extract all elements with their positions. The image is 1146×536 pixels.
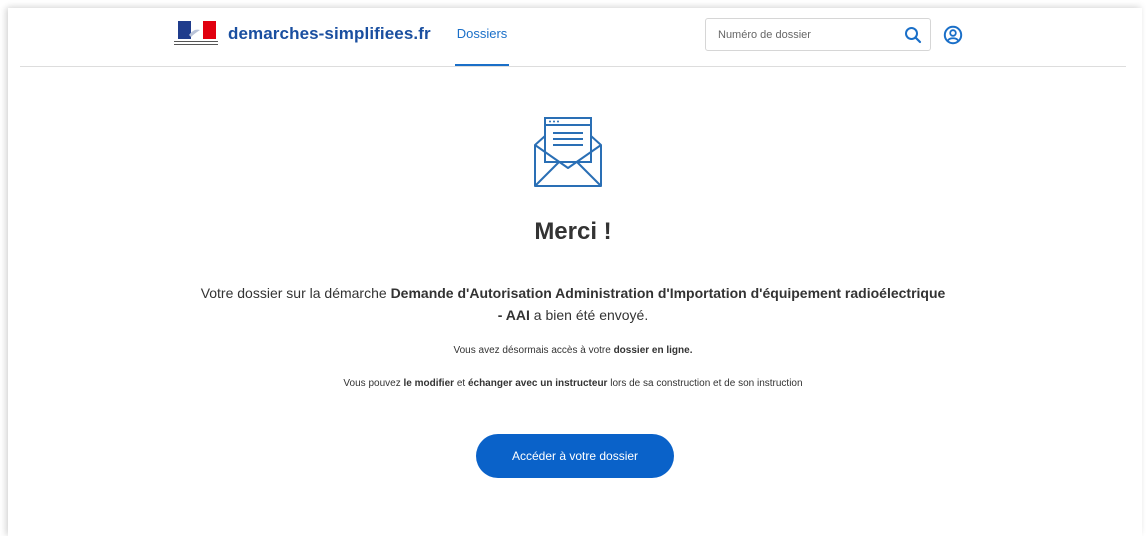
page-title: Merci ! — [534, 218, 612, 245]
note2-part3: lors de sa construction et de son instru… — [607, 378, 803, 389]
confirmation-message: Votre dossier sur la démarche Demande d'… — [200, 282, 946, 326]
search-box — [705, 18, 931, 51]
online-access-strong: dossier en ligne. — [613, 345, 693, 356]
note2-part2: et — [454, 378, 468, 389]
confirmation-suffix: a bien été envoyé. — [529, 307, 649, 323]
envelope-icon — [531, 114, 605, 190]
procedure-name: Demande d'Autorisation Administration d'… — [390, 285, 946, 323]
search-icon — [905, 27, 922, 44]
note2-strong-modify: le modifier — [403, 378, 455, 389]
confirmation-prefix: Votre dossier sur la démarche — [200, 285, 391, 301]
user-account-icon — [943, 25, 963, 45]
access-dossier-button[interactable]: Accéder à votre dossier — [476, 434, 674, 478]
user-account-button[interactable] — [942, 24, 964, 46]
edit-exchange-note: Vous pouvez le modifier et échanger avec… — [0, 378, 1146, 389]
tab-dossiers[interactable]: Dossiers — [455, 0, 509, 66]
search-input[interactable] — [706, 19, 898, 50]
site-logo[interactable]: demarches-simplifiees.fr — [174, 19, 431, 49]
online-access-note: Vous avez désormais accès à votre dossie… — [0, 345, 1146, 356]
brand-name: demarches-simplifiees.fr — [228, 24, 431, 43]
note2-strong-exchange: échanger avec un instructeur — [467, 378, 608, 389]
search-button[interactable] — [902, 24, 924, 46]
note2-part1: Vous pouvez — [343, 378, 404, 389]
french-republic-flag-icon — [174, 19, 218, 49]
online-access-prefix: Vous avez désormais accès à votre — [453, 345, 614, 356]
site-header: demarches-simplifiees.fr Dossiers — [20, 0, 1126, 67]
